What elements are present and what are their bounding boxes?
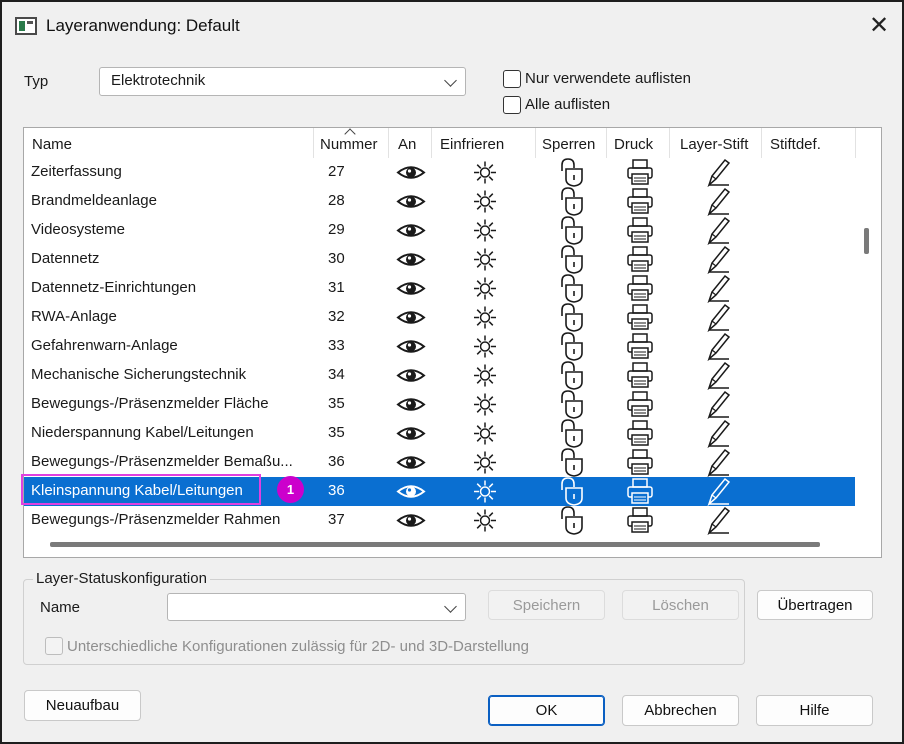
row-name: Gefahrenwarn-Anlage	[31, 337, 178, 354]
help-button[interactable]: Hilfe	[756, 695, 873, 726]
sun-icon[interactable]	[471, 506, 499, 539]
row-number: 28	[328, 192, 345, 209]
table-row[interactable]: Bewegungs-/Präsenzmelder Bemaßu... 36	[24, 448, 855, 478]
table-row[interactable]: Mechanische Sicherungstechnik 34	[24, 361, 855, 391]
table-row[interactable]: Zeiterfassung 27	[24, 158, 855, 188]
rebuild-button[interactable]: Neuaufbau	[24, 690, 141, 721]
eye-icon[interactable]	[396, 506, 426, 539]
row-number: 35	[328, 424, 345, 441]
lock-open-icon[interactable]	[557, 506, 587, 539]
row-number: 36	[328, 453, 345, 470]
col-name[interactable]: Name	[32, 136, 72, 153]
typ-value: Elektrotechnik	[111, 72, 206, 89]
row-number: 35	[328, 395, 345, 412]
pen-icon[interactable]	[703, 506, 733, 539]
typ-label: Typ	[24, 73, 49, 90]
row-name: Bewegungs-/Präsenzmelder Rahmen	[31, 511, 281, 528]
alle-auflisten-checkbox[interactable]	[503, 96, 521, 114]
delete-button[interactable]: Löschen	[622, 590, 739, 620]
row-name: Zeiterfassung	[31, 163, 122, 180]
row-name: RWA-Anlage	[31, 308, 117, 325]
config-2d3d-checkbox[interactable]	[45, 637, 63, 655]
table-header: Name Nummer An Einfrieren Sperren Druck …	[24, 128, 881, 158]
row-number: 36	[328, 482, 345, 499]
config-name-dropdown[interactable]	[167, 593, 466, 621]
app-icon	[15, 17, 37, 35]
row-name: Brandmeldeanlage	[31, 192, 157, 209]
row-number: 37	[328, 511, 345, 528]
col-an[interactable]: An	[398, 136, 416, 153]
row-name: Bewegungs-/Präsenzmelder Bemaßu...	[31, 453, 293, 470]
col-sperren[interactable]: Sperren	[542, 136, 595, 153]
row-name: Niederspannung Kabel/Leitungen	[31, 424, 254, 441]
row-number: 27	[328, 163, 345, 180]
row-number: 29	[328, 221, 345, 238]
chevron-down-icon	[444, 600, 457, 613]
alle-auflisten-label[interactable]: Alle auflisten	[525, 96, 610, 113]
config-name-label: Name	[40, 599, 81, 616]
row-name: Datennetz	[31, 250, 100, 267]
col-druck[interactable]: Druck	[614, 136, 653, 153]
row-name: Mechanische Sicherungstechnik	[31, 366, 247, 383]
table-row[interactable]: Datennetz 30	[24, 245, 855, 275]
row-number: 31	[328, 279, 345, 296]
col-einfrieren[interactable]: Einfrieren	[440, 136, 504, 153]
row-number: 32	[328, 308, 345, 325]
title-bar[interactable]: Layeranwendung: Default ✕	[2, 2, 902, 52]
row-number: 30	[328, 250, 345, 267]
table-row[interactable]: Bewegungs-/Präsenzmelder Fläche 35	[24, 390, 855, 420]
row-number: 34	[328, 366, 345, 383]
nur-verwendete-label[interactable]: Nur verwendete auflisten	[525, 70, 691, 87]
table-row[interactable]: Niederspannung Kabel/Leitungen 35	[24, 419, 855, 449]
save-button[interactable]: Speichern	[488, 590, 605, 620]
row-name: Datennetz-Einrichtungen	[31, 279, 197, 296]
table-row[interactable]: Bewegungs-/Präsenzmelder Rahmen 37	[24, 506, 855, 536]
table-row[interactable]: Videosysteme 29	[24, 216, 855, 246]
vertical-scrollbar[interactable]	[864, 228, 869, 254]
config-2d3d-label[interactable]: Unterschiedliche Konfigurationen zulässi…	[67, 638, 529, 655]
row-name: Videosysteme	[31, 221, 125, 238]
annotation-badge: 1	[277, 476, 304, 503]
table-row[interactable]: Brandmeldeanlage 28	[24, 187, 855, 217]
col-layer-stift[interactable]: Layer-Stift	[680, 136, 748, 153]
horizontal-scrollbar[interactable]	[50, 542, 820, 547]
chevron-down-icon	[444, 74, 457, 87]
table-row[interactable]: Gefahrenwarn-Anlage 33	[24, 332, 855, 362]
col-stiftdef[interactable]: Stiftdef.	[770, 136, 821, 153]
col-nummer[interactable]: Nummer	[320, 136, 378, 153]
ok-button[interactable]: OK	[488, 695, 605, 726]
printer-icon[interactable]	[625, 506, 655, 539]
window-title: Layeranwendung: Default	[46, 16, 240, 35]
group-legend: Layer-Statuskonfiguration	[33, 570, 210, 587]
typ-dropdown[interactable]: Elektrotechnik	[99, 67, 466, 96]
close-icon[interactable]: ✕	[862, 8, 896, 42]
layer-dialog: Layeranwendung: Default ✕ Typ Elektrotec…	[0, 0, 904, 744]
table-row[interactable]: RWA-Anlage 32	[24, 303, 855, 333]
table-row[interactable]: Datennetz-Einrichtungen 31	[24, 274, 855, 304]
nur-verwendete-checkbox[interactable]	[503, 70, 521, 88]
annotation-highlight	[21, 474, 261, 505]
cancel-button[interactable]: Abbrechen	[622, 695, 739, 726]
row-name: Bewegungs-/Präsenzmelder Fläche	[31, 395, 269, 412]
transfer-button[interactable]: Übertragen	[757, 590, 873, 620]
row-number: 33	[328, 337, 345, 354]
